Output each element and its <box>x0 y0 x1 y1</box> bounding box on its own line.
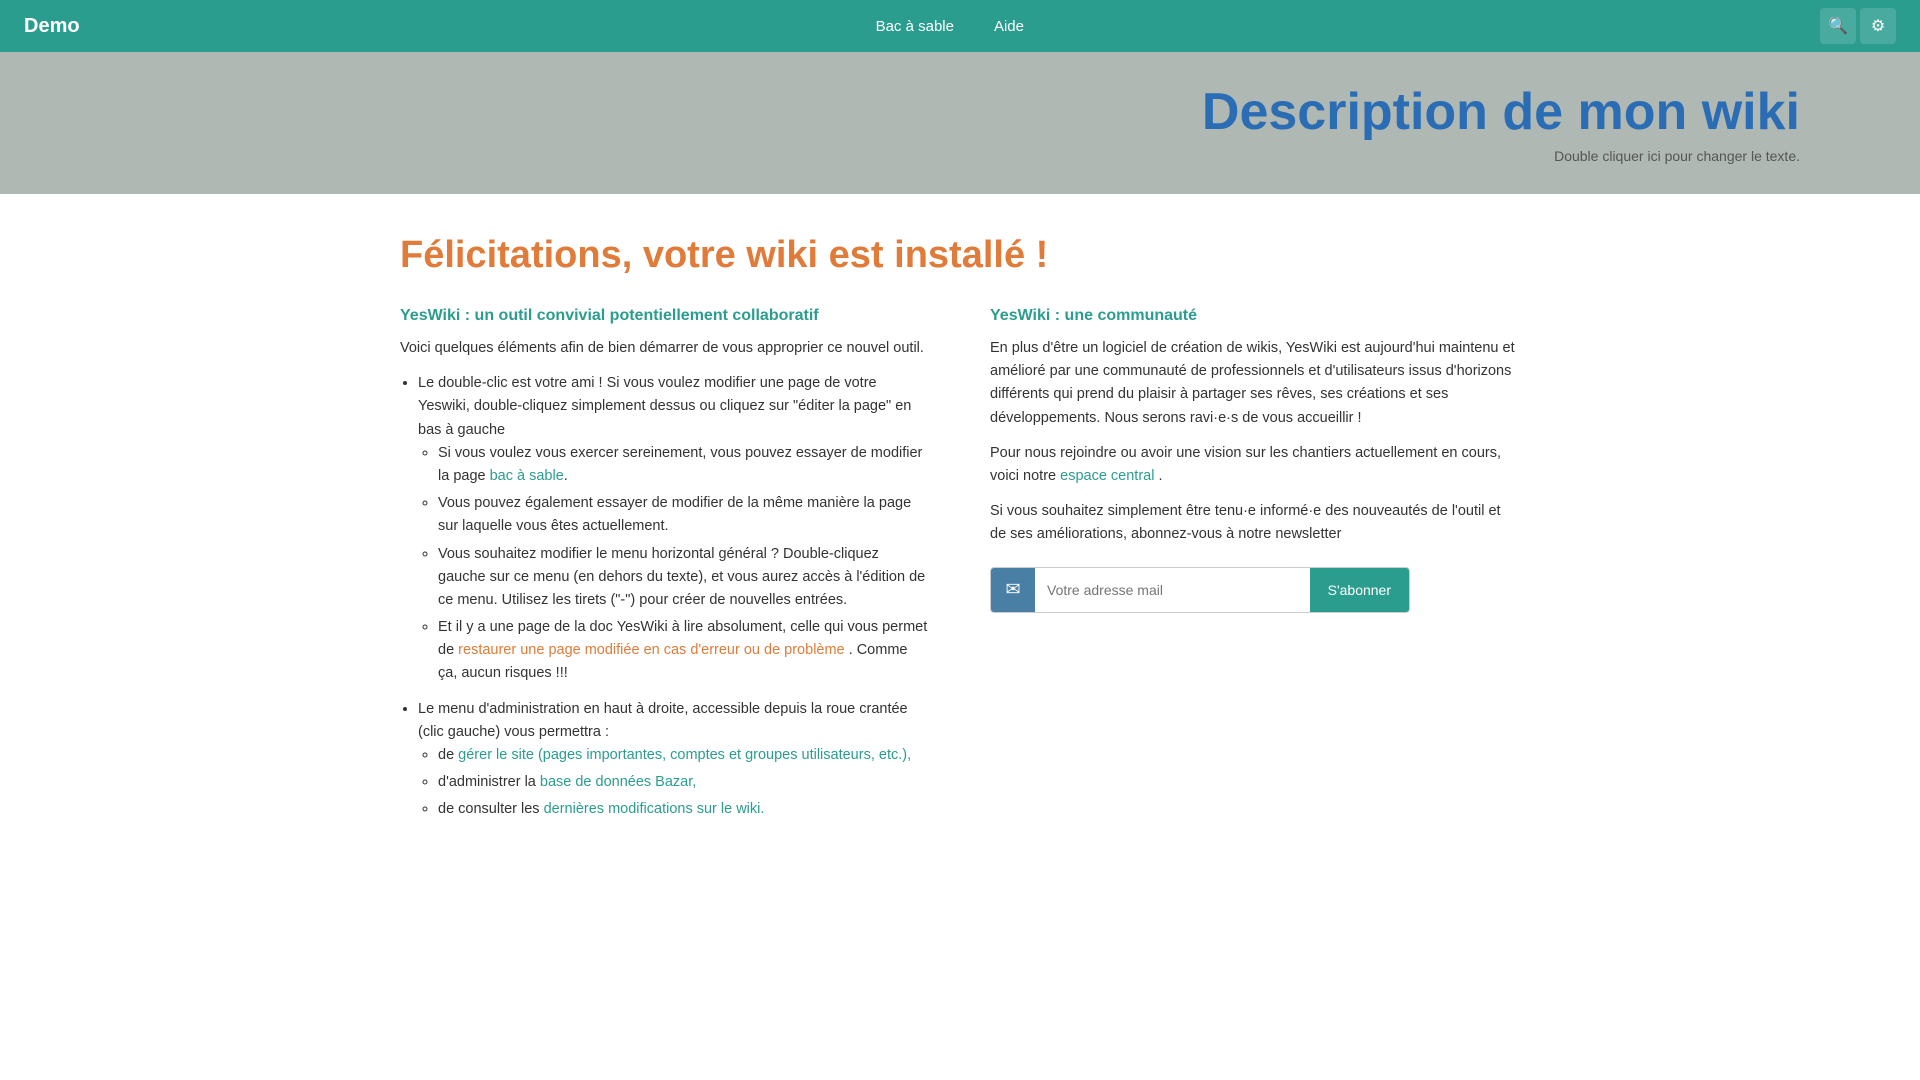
sub-list: Si vous voulez vous exercer sereinement,… <box>438 442 930 686</box>
main-nav: Bac à sable Aide <box>80 18 1820 35</box>
search-button[interactable]: 🔍 <box>1820 8 1856 44</box>
right-column: YesWiki : une communauté En plus d'être … <box>990 307 1520 834</box>
dernieres-modifs-link[interactable]: dernières modifications sur le wiki. <box>544 801 765 817</box>
right-para2: Pour nous rejoindre ou avoir une vision … <box>990 442 1520 488</box>
search-icon: 🔍 <box>1828 16 1848 36</box>
hero-subtitle: Double cliquer ici pour changer le texte… <box>1554 148 1800 164</box>
list-item: Vous pouvez également essayer de modifie… <box>438 492 930 538</box>
sub-list-2: de gérer le site (pages importantes, com… <box>438 744 930 822</box>
left-intro: Voici quelques éléments afin de bien dém… <box>400 337 930 360</box>
bac-a-sable-link[interactable]: bac à sable <box>490 468 564 484</box>
hero-title: Description de mon wiki <box>1202 82 1800 142</box>
left-bullet-list: Le double-clic est votre ami ! Si vous v… <box>418 372 930 821</box>
mail-icon: ✉ <box>991 568 1035 612</box>
brand-logo[interactable]: Demo <box>24 15 80 38</box>
email-input[interactable] <box>1035 568 1310 612</box>
list-item: de consulter les dernières modifications… <box>438 798 930 821</box>
bazar-link[interactable]: base de données Bazar, <box>540 774 696 790</box>
left-column: YesWiki : un outil convivial potentielle… <box>400 307 930 834</box>
right-para1: En plus d'être un logiciel de création d… <box>990 337 1520 430</box>
main-content: Félicitations, votre wiki est installé !… <box>360 234 1560 834</box>
list-item-text: Le double-clic est votre ami ! Si vous v… <box>418 375 911 437</box>
header: Demo Bac à sable Aide 🔍 ⚙ <box>0 0 1920 52</box>
header-actions: 🔍 ⚙ <box>1820 8 1896 44</box>
nav-item-aide[interactable]: Aide <box>994 18 1024 35</box>
espace-central-link[interactable]: espace central <box>1060 468 1154 484</box>
subscribe-button[interactable]: S'abonner <box>1310 568 1409 612</box>
list-item: Et il y a une page de la doc YesWiki à l… <box>438 616 930 686</box>
para2-after: . <box>1154 468 1162 484</box>
left-section-title: YesWiki : un outil convivial potentielle… <box>400 307 930 325</box>
content-columns: YesWiki : un outil convivial potentielle… <box>400 307 1520 834</box>
newsletter-form: ✉ S'abonner <box>990 567 1410 613</box>
page-heading: Félicitations, votre wiki est installé ! <box>400 234 1520 277</box>
restaurer-link[interactable]: restaurer une page modifiée en cas d'err… <box>458 642 844 658</box>
list-item: Le double-clic est votre ami ! Si vous v… <box>418 372 930 685</box>
list-item: Le menu d'administration en haut à droit… <box>418 698 930 822</box>
list-item-text: Le menu d'administration en haut à droit… <box>418 701 908 740</box>
list-item: Si vous voulez vous exercer sereinement,… <box>438 442 930 488</box>
list-item: de gérer le site (pages importantes, com… <box>438 744 930 767</box>
settings-button[interactable]: ⚙ <box>1860 8 1896 44</box>
gerer-site-link[interactable]: gérer le site (pages importantes, compte… <box>458 747 911 763</box>
list-item: Vous souhaitez modifier le menu horizont… <box>438 543 930 613</box>
nav-item-bac-a-sable[interactable]: Bac à sable <box>876 18 954 35</box>
gear-icon: ⚙ <box>1871 16 1885 36</box>
list-item: d'administrer la base de données Bazar, <box>438 771 930 794</box>
right-section-title: YesWiki : une communauté <box>990 307 1520 325</box>
hero-section[interactable]: Description de mon wiki Double cliquer i… <box>0 52 1920 194</box>
right-para3: Si vous souhaitez simplement être tenu·e… <box>990 500 1520 546</box>
